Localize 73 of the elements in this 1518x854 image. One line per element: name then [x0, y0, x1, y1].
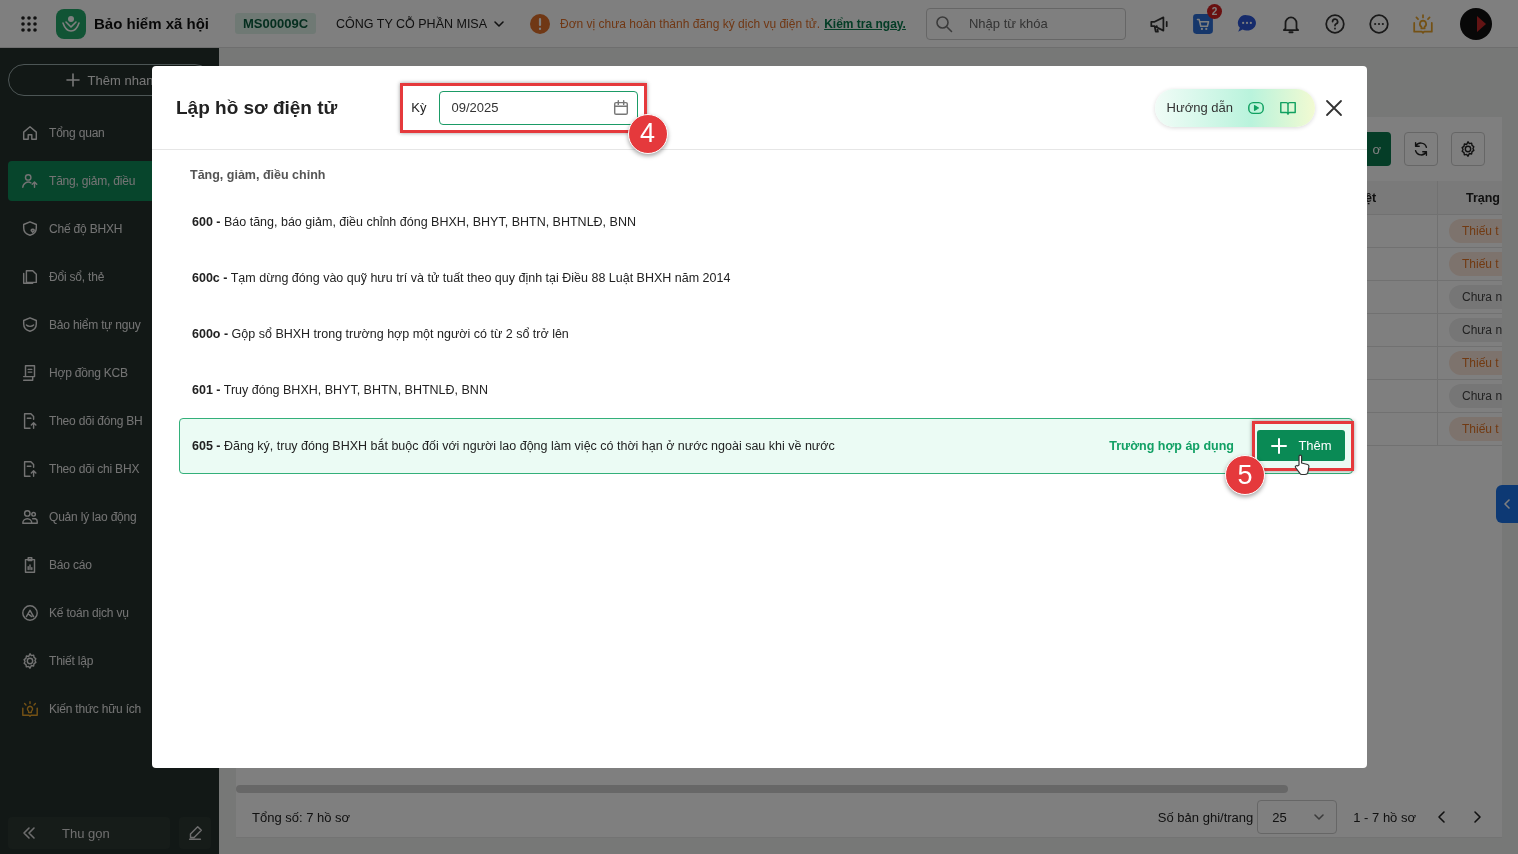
add-button[interactable]: Thêm	[1257, 430, 1345, 461]
close-icon	[1325, 98, 1343, 117]
apps-grid-icon[interactable]	[20, 14, 38, 33]
period-field[interactable]: 09/2025	[438, 90, 638, 125]
status-tag: Thiếu t	[1449, 417, 1502, 441]
home-icon	[21, 124, 39, 142]
record-total: Tổng số: 7 hồ sơ	[252, 809, 351, 825]
form-description: 600c - Tạm dừng đóng vào quỹ hưu trí và tử tuất theo quy định tại Điều 88 Luật BHXH năm 2014	[192, 271, 731, 285]
user-up-icon	[21, 172, 39, 190]
status-tag: Chưa n	[1449, 384, 1502, 408]
sidebar-item[interactable]: Quản lý lao động	[8, 497, 211, 537]
sidebar-item[interactable]: Thiết lập	[8, 641, 211, 681]
sidebar-item[interactable]: Báo cáo	[8, 545, 211, 585]
search-field[interactable]: Nhập từ khóa	[925, 7, 1126, 40]
settings-button[interactable]	[1451, 132, 1485, 166]
sidebar-item[interactable]: Kiến thức hữu ích	[8, 689, 211, 729]
document-arrow-icon	[21, 460, 39, 478]
form-item[interactable]: 600o - Gộp sổ BHXH trong trường hợp một người có từ 2 sổ trở lên	[179, 306, 1353, 362]
double-chevron-left-icon	[22, 826, 36, 840]
settings-icon	[1459, 140, 1477, 158]
chat-icon[interactable]	[1235, 12, 1258, 35]
calendar-icon[interactable]	[611, 98, 630, 117]
notification-count-badge: 2	[1206, 3, 1222, 19]
search-icon	[934, 14, 953, 33]
plus-icon	[1270, 436, 1289, 455]
warning-icon	[530, 13, 551, 34]
cart-icon[interactable]	[1191, 12, 1214, 35]
form-item[interactable]: 600c - Tạm dừng đóng vào quỹ hưu trí và tử tuất theo quy định tại Điều 88 Luật BHXH năm 2014	[179, 250, 1353, 306]
settings-icon	[21, 652, 39, 670]
form-description: 600 - Báo tăng, báo giảm, điều chỉnh đóng BHXH, BHYT, BHTN, BHTNLĐ, BNN	[192, 215, 636, 229]
status-tag: Thiếu t	[1449, 252, 1502, 276]
company-code-badge: MS00009C	[235, 13, 317, 34]
company-selector[interactable]: CÔNG TY CỖ PHẦN MISA	[336, 16, 507, 31]
lightbulb-book-icon	[21, 700, 39, 718]
refresh-icon	[1412, 140, 1430, 158]
users-icon	[21, 508, 39, 526]
sidebar-item[interactable]: Kế toán dịch vụ	[8, 593, 211, 633]
guide-button[interactable]: Hướng dẫn	[1154, 88, 1315, 127]
edit-button[interactable]	[179, 817, 211, 849]
step-number-badge: 5	[1225, 455, 1265, 495]
form-description: 601 - Truy đóng BHXH, BHYT, BHTN, BHTNLĐ, BNN	[192, 383, 488, 397]
document-arrow-icon	[21, 412, 39, 430]
status-tag: Chưa n	[1449, 285, 1502, 309]
status-tag: Chưa n	[1449, 318, 1502, 342]
plus-icon	[65, 73, 80, 87]
status-tag: Thiếu t	[1449, 219, 1502, 243]
page-size-label: Số bản ghi/trang	[1157, 809, 1254, 825]
close-button[interactable]	[1325, 98, 1343, 117]
form-description: 600o - Gộp sổ BHXH trong trường hợp một người có từ 2 sổ trở lên	[192, 327, 569, 341]
dialog-title: Lập hồ sơ điện tử	[176, 96, 338, 119]
applicable-cases-link[interactable]: Trường hợp áp dụng	[1109, 439, 1234, 453]
documents-icon	[21, 268, 39, 286]
pencil-icon	[186, 824, 204, 842]
user-avatar-icon[interactable]	[1459, 7, 1492, 40]
column-header: Trạng	[1437, 181, 1502, 214]
collapse-button[interactable]: Thu gọn	[8, 817, 170, 849]
app-logo-icon	[56, 8, 86, 39]
shield-heart-icon	[21, 220, 39, 238]
page-range: 1 - 7 hồ sơ	[1353, 809, 1416, 825]
hand-cursor-icon	[1294, 454, 1310, 476]
circle-logo-icon	[21, 604, 39, 622]
step-number-badge: 4	[627, 113, 668, 154]
help-icon[interactable]	[1323, 12, 1346, 35]
status-tag: Thiếu t	[1449, 351, 1502, 375]
check-now-link[interactable]: Kiểm tra ngay.	[824, 16, 906, 31]
warning-message: Đơn vị chưa hoàn thành đăng ký dịch vụ điện tử.	[560, 16, 821, 31]
shield-icon	[21, 316, 39, 334]
period-label: Kỳ	[411, 100, 427, 115]
expand-panel-tab[interactable]	[1496, 485, 1518, 523]
more-icon[interactable]	[1367, 12, 1390, 35]
page-size-select[interactable]: 25	[1257, 800, 1338, 834]
app-title: Bảo hiểm xã hội	[94, 15, 210, 32]
refresh-button[interactable]	[1404, 132, 1438, 166]
